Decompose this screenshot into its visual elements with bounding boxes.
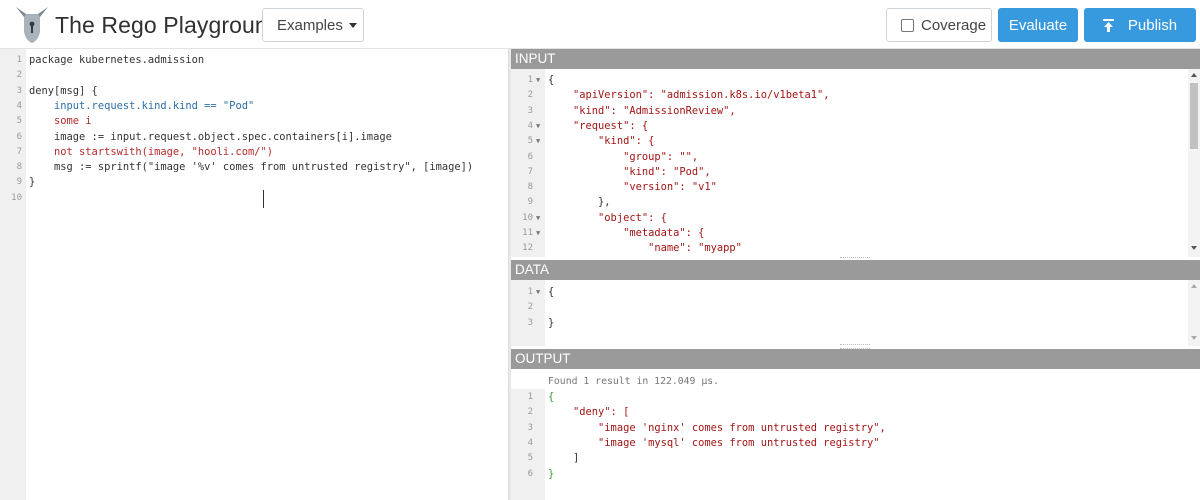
line-number: 6 — [527, 468, 533, 479]
input-pane-header: INPUT — [511, 49, 1200, 69]
fold-arrow-icon[interactable]: ▼ — [536, 211, 540, 226]
code-line: package kubernetes.admission — [29, 54, 205, 66]
text-cursor — [263, 190, 264, 208]
data-editor[interactable]: 1 2 3 ▼ { } — [511, 280, 1188, 346]
line-number: 6 — [16, 131, 22, 142]
json-line: "version": "v1" — [548, 181, 717, 194]
json-line: "name": "myapp" — [548, 242, 742, 255]
scroll-thumb[interactable] — [1190, 83, 1198, 149]
top-toolbar: The Rego Playground Examples Coverage Ev… — [0, 0, 1200, 49]
line-number: 1 — [527, 75, 533, 85]
scroll-up-icon[interactable] — [1191, 73, 1197, 77]
line-number: 5 — [527, 453, 533, 464]
line-number: 10 — [522, 212, 533, 223]
json-line: "kind": { — [548, 135, 655, 148]
line-number: 10 — [11, 192, 22, 203]
input-editor[interactable]: 1 2 3 4 5 6 7 8 9 10 11 12 ▼ ▼ ▼ ▼ ▼ { "… — [511, 69, 1188, 257]
fold-arrow-icon[interactable]: ▼ — [536, 73, 540, 88]
data-pane-header: DATA — [511, 260, 1200, 280]
coverage-toggle[interactable]: Coverage — [886, 8, 992, 42]
line-number: 2 — [527, 302, 533, 313]
output-viewer: Found 1 result in 122.049 µs. 1 2 3 4 5 … — [511, 369, 1200, 500]
json-line: "group": "", — [548, 150, 699, 163]
code-line: some i — [29, 115, 92, 128]
scroll-down-icon[interactable] — [1191, 336, 1197, 340]
json-line: ] — [548, 452, 580, 465]
line-number: 3 — [527, 422, 533, 433]
evaluate-label: Evaluate — [1008, 16, 1068, 34]
scroll-down-icon[interactable] — [1191, 246, 1197, 250]
line-number: 4 — [527, 120, 533, 131]
line-number: 3 — [527, 105, 533, 116]
upload-icon — [1102, 18, 1114, 32]
line-number: 12 — [522, 243, 533, 254]
code-line: } — [29, 176, 36, 189]
publish-label: Publish — [1127, 16, 1178, 34]
app-title: The Rego Playground — [55, 12, 281, 38]
code-line: image := input.request.object.spec.conta… — [29, 130, 392, 143]
json-line: "request": { — [548, 119, 649, 132]
publish-button[interactable]: Publish — [1084, 8, 1196, 42]
line-number: 4 — [16, 100, 22, 111]
input-scrollbar[interactable] — [1188, 69, 1200, 257]
line-number: 3 — [527, 317, 533, 328]
line-number: 8 — [527, 182, 533, 193]
data-scrollbar[interactable] — [1188, 280, 1200, 346]
line-number: 4 — [527, 437, 533, 448]
line-number: 7 — [527, 166, 533, 177]
coverage-label: Coverage — [921, 16, 987, 34]
line-number: 1 — [527, 392, 533, 402]
json-line: "apiVersion": "admission.k8s.io/v1beta1"… — [548, 89, 830, 102]
json-line: "kind": "AdmissionReview", — [548, 104, 736, 117]
json-line: { — [548, 391, 555, 403]
json-line: "kind": "Pod", — [548, 165, 711, 178]
fold-arrow-icon[interactable]: ▼ — [536, 119, 540, 134]
line-number: 2 — [527, 90, 533, 101]
json-line: "image 'mysql' comes from untrusted regi… — [548, 436, 880, 449]
line-number: 5 — [527, 136, 533, 147]
json-line: }, — [548, 196, 611, 209]
line-number: 7 — [16, 146, 22, 157]
line-number: 11 — [522, 228, 533, 238]
editor-gutter: 1 2 3 4 5 6 7 8 9 10 — [0, 49, 26, 500]
json-line: "deny": [ — [548, 406, 630, 419]
checkbox-icon[interactable] — [901, 18, 914, 32]
policy-editor[interactable]: 1 2 3 4 5 6 7 8 9 10 package kubernetes.… — [0, 49, 508, 500]
code-line: msg := sprintf("image '%v' comes from un… — [29, 161, 474, 174]
json-line: } — [548, 467, 555, 480]
output-status: Found 1 result in 122.049 µs. — [548, 376, 720, 387]
scroll-up-icon[interactable] — [1191, 284, 1197, 288]
examples-label: Examples — [277, 16, 343, 34]
line-number: 2 — [16, 70, 22, 81]
code-line: not startswith(image, "hooli.com/") — [29, 145, 273, 158]
json-line: "metadata": { — [548, 227, 705, 239]
line-number: 2 — [527, 407, 533, 418]
line-number: 3 — [16, 85, 22, 96]
line-number: 1 — [16, 55, 22, 65]
evaluate-button[interactable]: Evaluate — [998, 8, 1078, 42]
json-line: } — [548, 316, 555, 329]
line-number: 5 — [16, 116, 22, 127]
line-number: 1 — [527, 287, 533, 297]
opa-logo-icon — [16, 7, 48, 43]
json-line: { — [548, 286, 555, 298]
line-number: 8 — [16, 162, 22, 173]
json-line: { — [548, 74, 555, 86]
json-line: "image 'nginx' comes from untrusted regi… — [548, 421, 886, 434]
line-number: 6 — [527, 151, 533, 162]
fold-arrow-icon[interactable]: ▼ — [536, 134, 540, 149]
output-pane-header: OUTPUT — [511, 349, 1200, 369]
fold-arrow-icon[interactable]: ▼ — [536, 226, 540, 241]
line-number: 9 — [16, 177, 22, 188]
json-line: "object": { — [548, 211, 667, 224]
code-line: deny[msg] { — [29, 84, 98, 97]
code-line: input.request.kind.kind == "Pod" — [29, 99, 255, 112]
examples-dropdown[interactable]: Examples — [262, 8, 364, 42]
caret-down-icon — [348, 22, 357, 28]
fold-arrow-icon[interactable]: ▼ — [536, 285, 540, 300]
line-number: 9 — [527, 197, 533, 208]
